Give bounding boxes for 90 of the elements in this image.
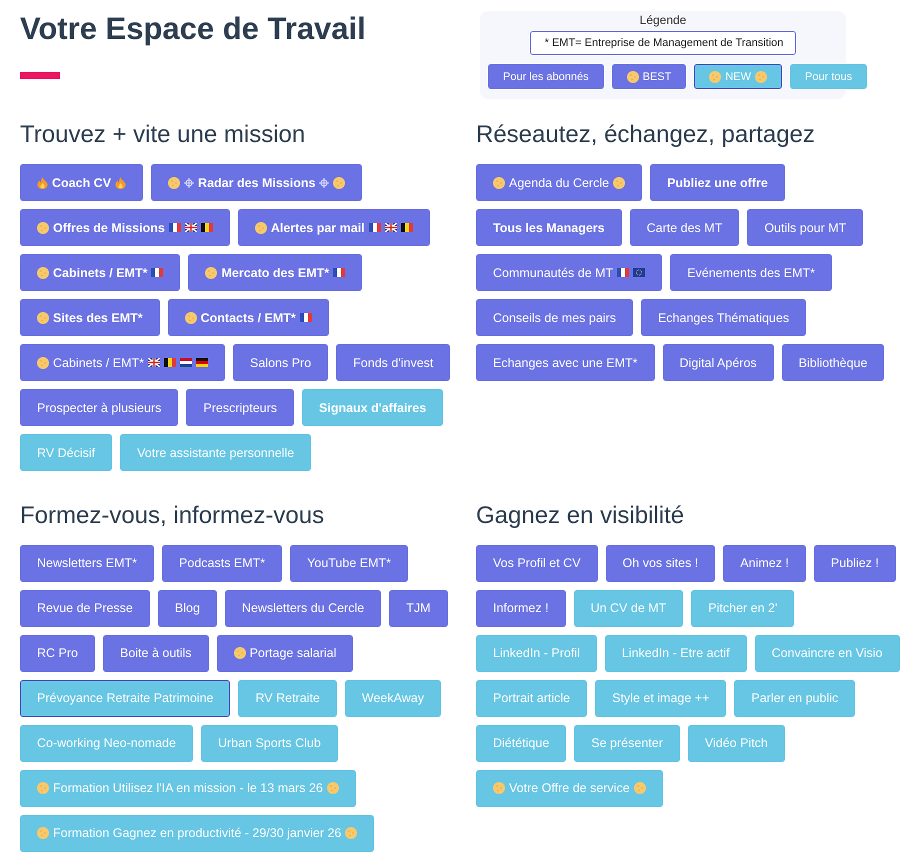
link-button[interactable]: Prescripteurs (186, 389, 294, 426)
page-title: Votre Espace de Travail (20, 10, 367, 48)
legend-note: * EMT= Entreprise de Management de Transition (530, 31, 796, 55)
flag-icon (633, 268, 646, 277)
cookie-icon (37, 266, 49, 278)
section-heading: Trouvez + vite une mission (20, 120, 306, 150)
link-button[interactable]: Carte des MT (630, 209, 740, 246)
flag-icon (151, 268, 164, 277)
cookie-icon (37, 222, 49, 234)
link-button[interactable]: Offres de Missions (20, 209, 230, 246)
link-button[interactable]: Bibliothèque (782, 344, 884, 381)
flag-icon (180, 358, 192, 367)
cookie-icon (345, 827, 358, 839)
link-button[interactable]: Coach CV (20, 164, 144, 201)
link-button[interactable]: BEST (612, 64, 686, 89)
link-button[interactable]: TJM (389, 590, 448, 626)
flag-icon (368, 223, 381, 232)
link-button[interactable]: Vos Profil et CV (476, 544, 598, 582)
cookie-icon (168, 176, 180, 188)
crosshair-icon (184, 178, 194, 188)
link-button[interactable]: Mercato des EMT* (188, 254, 362, 291)
cookie-icon (254, 222, 267, 234)
accent-bar (20, 72, 60, 79)
link-button[interactable]: Portage salarial (216, 634, 354, 672)
link-button[interactable]: Agenda du Cercle (476, 164, 642, 201)
cookie-icon (493, 176, 505, 188)
link-button[interactable]: Fonds d'invest (336, 344, 450, 381)
cookie-icon (37, 356, 49, 368)
link-button[interactable]: Revue de Presse (20, 590, 150, 626)
cookie-icon (37, 782, 49, 794)
link-button[interactable]: Echanges Thématiques (640, 299, 806, 336)
flag-icon (168, 223, 181, 232)
link-button[interactable]: Communautés de MT (476, 254, 662, 291)
cookie-icon (326, 782, 339, 794)
flag-icon (617, 268, 630, 277)
cookie-icon (493, 782, 505, 794)
cookie-icon (37, 827, 49, 839)
cookie-icon (333, 176, 346, 188)
link-button[interactable]: YouTube EMT* (290, 544, 408, 582)
cookie-icon (626, 70, 639, 82)
link-button[interactable]: Cabinets / EMT* (20, 344, 226, 381)
link-button[interactable]: Digital Apéros (662, 344, 774, 381)
fire-icon (115, 176, 126, 188)
flag-icon (184, 223, 197, 232)
link-button[interactable]: Publiez ! (814, 544, 896, 582)
cookie-icon (234, 647, 246, 659)
fire-icon (37, 176, 48, 188)
flag-icon (400, 223, 413, 232)
cookie-icon (184, 312, 197, 324)
link-button[interactable]: Blog (158, 590, 217, 626)
section-heading: Réseautez, échangez, partagez (476, 120, 816, 150)
link-button[interactable]: Publiez une offre (650, 164, 785, 201)
link-button[interactable]: Radar des Missions (151, 164, 362, 201)
cookie-icon (634, 782, 646, 794)
link-button[interactable]: Oh vos sites ! (606, 544, 716, 582)
flag-icon (384, 223, 397, 232)
link-button[interactable]: Outils pour MT (747, 209, 864, 246)
flag-icon (164, 358, 176, 367)
link-button[interactable]: Pour les abonnés (488, 64, 604, 89)
cookie-icon (709, 70, 722, 82)
link-button[interactable]: Salons Pro (233, 344, 328, 381)
legend-title: Légende (640, 13, 686, 27)
link-button[interactable]: Alertes par mail (238, 209, 430, 246)
link-button[interactable]: Newsletters du Cercle (224, 590, 382, 626)
link-button[interactable]: Contacts / EMT* (168, 299, 329, 336)
crosshair-icon (319, 178, 330, 188)
flag-icon (196, 358, 208, 367)
link-button[interactable]: Podcasts EMT* (162, 544, 282, 582)
link-button[interactable]: Tous les Managers (476, 209, 622, 246)
flag-icon (333, 268, 346, 277)
cookie-icon (755, 70, 768, 82)
link-button[interactable]: Boite à outils (102, 634, 209, 672)
link-button[interactable]: Conseils de mes pairs (476, 299, 633, 336)
section-heading: Gagnez en visibilité (476, 500, 686, 530)
cookie-icon (205, 266, 218, 278)
link-button[interactable]: Animez ! (723, 544, 806, 582)
flag-icon (200, 223, 213, 232)
link-button[interactable]: Evénements des EMT* (670, 254, 832, 291)
cookie-icon (37, 312, 49, 324)
link-button[interactable]: Cabinets / EMT* (20, 254, 180, 291)
link-button[interactable]: RC Pro (20, 634, 95, 672)
cookie-icon (613, 176, 626, 188)
section-heading: Formez-vous, informez-vous (20, 500, 326, 530)
link-button[interactable]: Prospecter à plusieurs (20, 389, 178, 426)
flag-icon (148, 358, 160, 367)
flag-icon (300, 313, 312, 322)
link-button[interactable]: Informez ! (476, 590, 566, 626)
link-button[interactable]: Sites des EMT* (20, 299, 160, 336)
link-button[interactable]: Newsletters EMT* (20, 544, 154, 582)
link-button[interactable]: Echanges avec une EMT* (476, 344, 655, 381)
